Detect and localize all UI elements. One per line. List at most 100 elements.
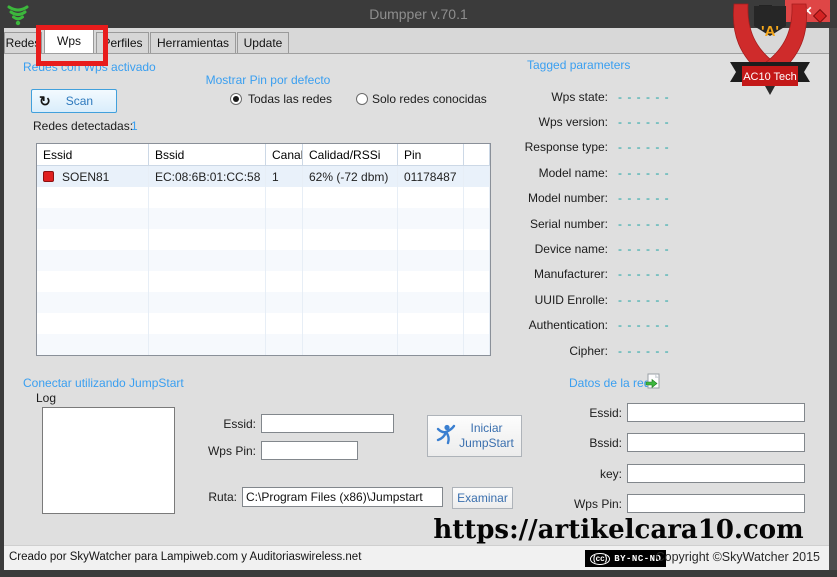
tagged-field-label: Wps version:	[486, 115, 608, 129]
tagged-parameter-row: Device name:- - - - - -	[486, 236, 716, 261]
radio-solo-redes-conocidas[interactable]	[356, 93, 368, 105]
dumpper-window: Dumpper v.70.1 ✕ Redes Wps Perfiles Herr…	[0, 0, 837, 577]
netdata-field-input[interactable]	[627, 403, 805, 422]
table-cell	[303, 292, 398, 313]
examinar-button[interactable]: Examinar	[452, 487, 513, 509]
tagged-parameter-row: Wps state:- - - - - -	[486, 84, 716, 109]
table-cell	[464, 313, 490, 334]
table-cell	[398, 313, 464, 334]
table-header-cell[interactable]: Calidad/RSSi	[303, 144, 398, 165]
table-cell	[37, 229, 149, 250]
table-row-empty	[37, 334, 490, 355]
tagged-parameter-row: Model name:- - - - - -	[486, 160, 716, 185]
table-cell	[266, 208, 303, 229]
table-header-cell[interactable]	[464, 144, 490, 165]
table-cell	[398, 334, 464, 355]
tagged-field-label: Serial number:	[486, 217, 608, 231]
creative-commons-badge: (cc) BY-NC-ND	[585, 550, 666, 567]
table-cell	[303, 334, 398, 355]
pin-group-title: Mostrar Pin por defecto	[178, 73, 358, 87]
ruta-input[interactable]	[242, 487, 443, 507]
networks-table-header: EssidBssidCanalCalidad/RSSiPin	[37, 144, 490, 166]
table-cell	[266, 187, 303, 208]
red-highlight-annotation	[36, 25, 108, 66]
netdata-field-label: key:	[530, 467, 622, 481]
tagged-field-label: Response type:	[486, 140, 608, 154]
table-cell	[149, 250, 266, 271]
table-row-network[interactable]: SOEN81EC:08:6B:01:CC:58162% (-72 dbm)011…	[37, 166, 490, 187]
cc-icon: (cc)	[590, 553, 610, 565]
jumpstart-wps-pin-label: Wps Pin:	[196, 444, 256, 458]
table-cell	[464, 250, 490, 271]
networks-table-body: SOEN81EC:08:6B:01:CC:58162% (-72 dbm)011…	[37, 166, 490, 355]
table-cell	[464, 166, 490, 187]
netdata-field-input[interactable]	[627, 464, 805, 483]
table-header-cell[interactable]: Essid	[37, 144, 149, 165]
netdata-field-label: Bssid:	[530, 436, 622, 450]
table-cell	[37, 334, 149, 355]
table-cell: 62% (-72 dbm)	[303, 166, 398, 187]
tagged-field-value: - - - - - -	[618, 191, 670, 205]
tagged-field-value: - - - - - -	[618, 217, 670, 231]
jumpstart-wps-pin-input[interactable]	[261, 441, 358, 460]
table-cell	[37, 208, 149, 229]
table-header-cell[interactable]: Bssid	[149, 144, 266, 165]
log-label: Log	[36, 391, 56, 405]
scan-button[interactable]: ↻ Scan	[31, 89, 117, 113]
tagged-parameter-row: Cipher:- - - - - -	[486, 338, 716, 363]
table-cell	[149, 313, 266, 334]
log-box[interactable]	[42, 407, 175, 514]
table-row-empty	[37, 208, 490, 229]
table-cell	[37, 271, 149, 292]
table-cell	[37, 313, 149, 334]
tagged-field-value: - - - - - -	[618, 318, 670, 332]
table-cell	[266, 271, 303, 292]
tagged-field-label: Cipher:	[486, 344, 608, 358]
table-cell	[149, 292, 266, 313]
jumpstart-essid-input[interactable]	[261, 414, 394, 433]
tagged-field-label: Device name:	[486, 242, 608, 256]
jumpstart-essid-label: Essid:	[196, 417, 256, 431]
table-cell	[266, 229, 303, 250]
tab-herramientas[interactable]: Herramientas	[150, 32, 236, 53]
iniciar-jumpstart-button[interactable]: Iniciar JumpStart	[427, 415, 522, 457]
tagged-field-label: Model name:	[486, 166, 608, 180]
tagged-parameter-row: Model number:- - - - - -	[486, 186, 716, 211]
table-cell	[398, 250, 464, 271]
ac10-tech-logo: 'A' AC10 Tech	[728, 0, 812, 100]
table-cell	[398, 292, 464, 313]
table-cell	[303, 208, 398, 229]
radio-solo-redes-conocidas-label[interactable]: Solo redes conocidas	[372, 92, 487, 106]
table-cell	[303, 250, 398, 271]
window-border-bottom	[0, 570, 837, 577]
table-cell	[464, 229, 490, 250]
tagged-parameter-row: Response type: - - - - - -	[486, 135, 716, 160]
table-header-cell[interactable]: Canal	[266, 144, 303, 165]
radio-todas-las-redes[interactable]	[230, 93, 242, 105]
table-cell	[464, 334, 490, 355]
tagged-field-label: Manufacturer:	[486, 267, 608, 281]
table-cell	[303, 229, 398, 250]
tagged-parameter-row: Authentication:- - - - - -	[486, 313, 716, 338]
table-row-empty	[37, 271, 490, 292]
detected-count: 1	[131, 119, 138, 133]
netdata-field-label: Wps Pin:	[530, 497, 622, 511]
logo-label: AC10 Tech	[743, 71, 797, 83]
netdata-field-input[interactable]	[627, 433, 805, 452]
logo-letter: 'A'	[761, 23, 779, 40]
jumpstart-runner-icon	[434, 423, 458, 449]
table-cell	[464, 271, 490, 292]
tagged-field-label: Wps state:	[486, 90, 608, 104]
table-cell	[303, 271, 398, 292]
netdata-field-label: Essid:	[530, 406, 622, 420]
table-cell	[398, 208, 464, 229]
table-cell	[37, 292, 149, 313]
radio-todas-las-redes-label[interactable]: Todas las redes	[248, 92, 332, 106]
tagged-field-value: - - - - - -	[618, 140, 670, 154]
tab-update[interactable]: Update	[237, 32, 289, 53]
window-border-left	[0, 28, 4, 570]
table-row-empty	[37, 229, 490, 250]
table-header-cell[interactable]: Pin	[398, 144, 464, 165]
tagged-field-label: UUID Enrolle:	[486, 293, 608, 307]
netdata-field-input[interactable]	[627, 494, 805, 513]
